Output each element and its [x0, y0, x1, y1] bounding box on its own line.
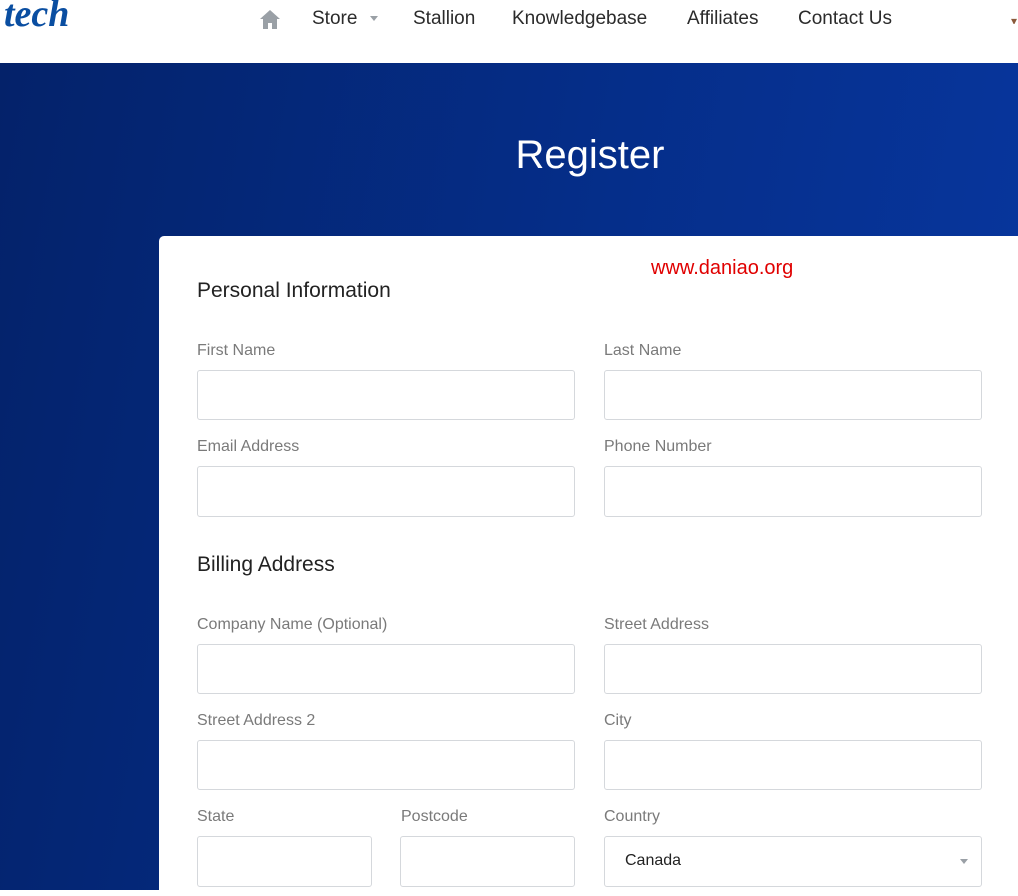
country-select[interactable]: Canada — [604, 836, 982, 887]
nav-affiliates[interactable]: Affiliates — [687, 8, 758, 30]
watermark-text: www.daniao.org — [651, 257, 794, 279]
personal-information-heading: Personal Information — [197, 279, 391, 302]
postcode-label: Postcode — [401, 808, 468, 825]
nav-knowledgebase[interactable]: Knowledgebase — [512, 8, 647, 30]
site-logo[interactable]: tech — [4, 0, 69, 36]
street-address-label: Street Address — [604, 616, 709, 633]
street-address-2-field[interactable] — [197, 740, 575, 790]
state-label: State — [197, 808, 235, 825]
postcode-field[interactable] — [400, 836, 575, 887]
email-label: Email Address — [197, 438, 300, 455]
page-title: Register — [515, 133, 665, 177]
cart-icon[interactable]: ▾ — [1011, 14, 1018, 24]
chevron-down-icon — [370, 16, 378, 21]
first-name-field[interactable] — [197, 370, 575, 420]
email-field[interactable] — [197, 466, 575, 517]
top-navigation-bar: tech Store Stallion Knowledgebase Affili… — [0, 0, 1018, 63]
company-name-label: Company Name (Optional) — [197, 616, 388, 633]
state-field[interactable] — [197, 836, 372, 887]
nav-contact-us[interactable]: Contact Us — [798, 8, 892, 30]
home-icon[interactable] — [259, 8, 281, 30]
chevron-down-icon — [960, 859, 968, 864]
first-name-label: First Name — [197, 342, 276, 359]
street-address-2-label: Street Address 2 — [197, 712, 316, 729]
city-field[interactable] — [604, 740, 982, 790]
last-name-field[interactable] — [604, 370, 982, 420]
country-label: Country — [604, 808, 661, 825]
city-label: City — [604, 712, 632, 729]
last-name-label: Last Name — [604, 342, 682, 359]
phone-field[interactable] — [604, 466, 982, 517]
nav-store[interactable]: Store — [312, 8, 357, 30]
billing-address-heading: Billing Address — [197, 553, 335, 576]
street-address-field[interactable] — [604, 644, 982, 694]
phone-label: Phone Number — [604, 438, 712, 455]
company-name-field[interactable] — [197, 644, 575, 694]
nav-stallion[interactable]: Stallion — [413, 8, 475, 30]
country-select-value: Canada — [625, 852, 682, 869]
